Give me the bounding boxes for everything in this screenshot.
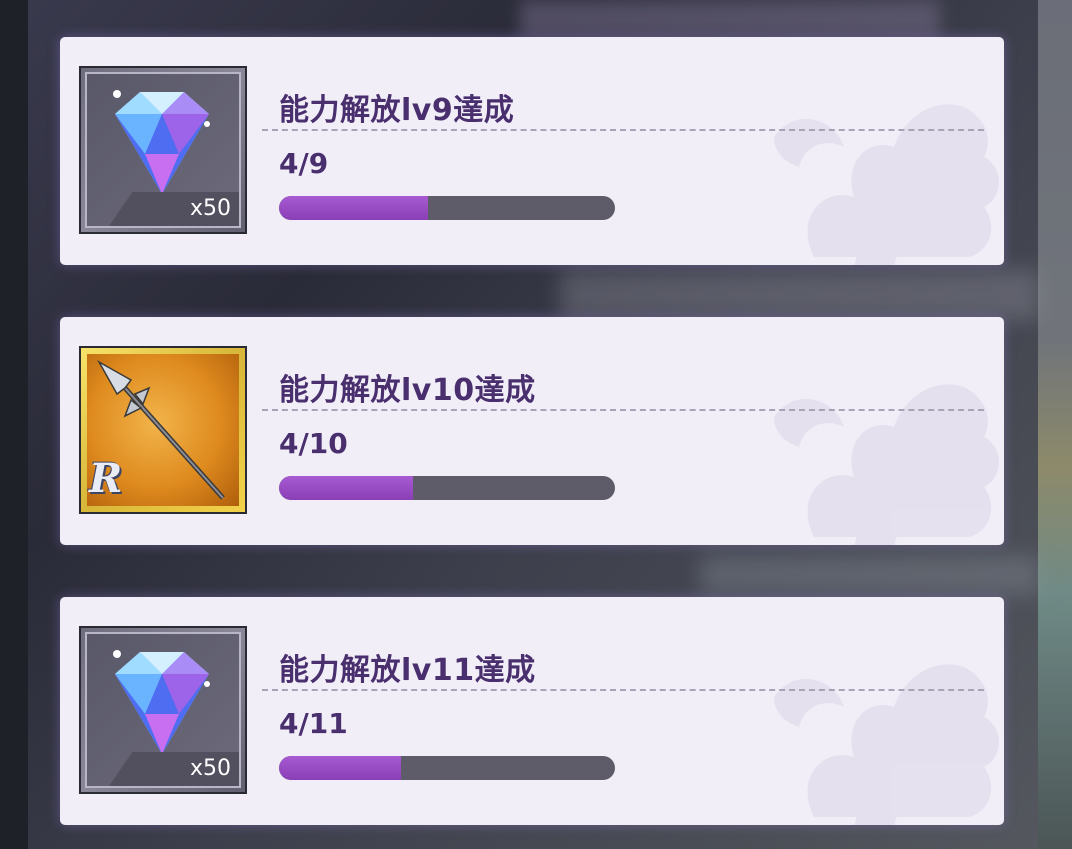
progress-bar-fill: [279, 196, 429, 220]
rarity-badge: R: [89, 455, 123, 502]
mission-card[interactable]: R 能力解放lv10達成 4/10: [60, 317, 1004, 545]
reward-item-frame: R: [79, 346, 247, 514]
dragon-crest-icon: [774, 664, 999, 825]
background-left-edge: [0, 0, 28, 849]
background-blur: [520, 0, 940, 40]
progress-count: 4/9: [279, 147, 329, 180]
reward-item-frame: x50: [79, 626, 247, 794]
diamond-gem-icon: [113, 90, 210, 194]
background-blur: [700, 555, 1040, 595]
reward-item-frame: x50: [79, 66, 247, 234]
progress-bar-fill: [279, 756, 402, 780]
diamond-gem-icon: [113, 650, 210, 754]
dashed-divider: [262, 689, 984, 691]
progress-count: 4/10: [279, 427, 348, 460]
progress-bar: [279, 476, 615, 500]
mission-card[interactable]: x50 能力解放lv11達成 4/11: [60, 597, 1004, 825]
background-right-edge: [1038, 0, 1072, 849]
mission-title: 能力解放lv9達成: [279, 93, 515, 128]
mission-title: 能力解放lv10達成: [279, 373, 536, 408]
progress-count: 4/11: [279, 707, 348, 740]
progress-bar-fill: [279, 476, 414, 500]
dashed-divider: [262, 409, 984, 411]
progress-bar: [279, 756, 615, 780]
dashed-divider: [262, 129, 984, 131]
mission-card[interactable]: x50 能力解放lv9達成 4/9: [60, 37, 1004, 265]
progress-bar: [279, 196, 615, 220]
dragon-crest-icon: [774, 384, 999, 545]
mission-title: 能力解放lv11達成: [279, 653, 536, 688]
dragon-crest-icon: [774, 104, 999, 265]
background-blur: [560, 270, 1040, 320]
